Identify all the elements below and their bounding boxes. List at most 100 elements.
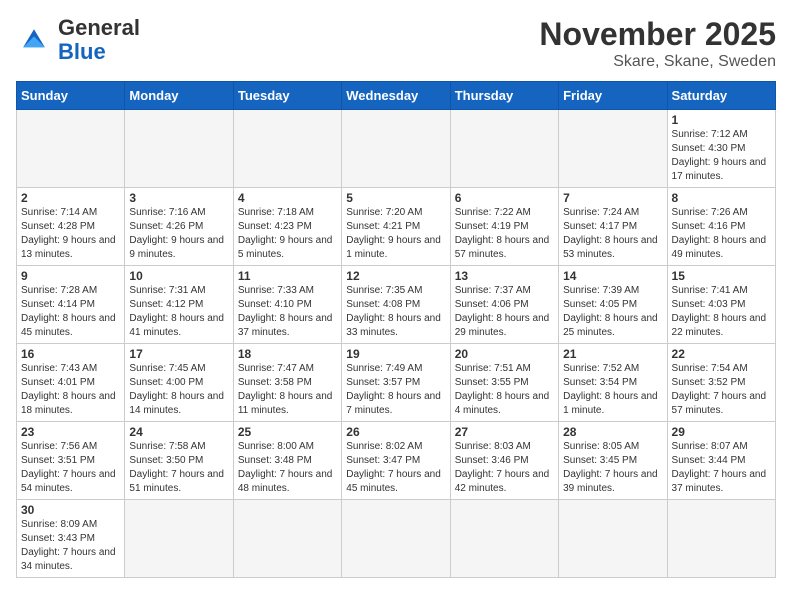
calendar-week-row: 23Sunrise: 7:56 AM Sunset: 3:51 PM Dayli…: [17, 422, 776, 500]
day-info: Sunrise: 8:05 AM Sunset: 3:45 PM Dayligh…: [563, 440, 662, 496]
calendar-day-cell: 8Sunrise: 7:26 AM Sunset: 4:16 PM Daylig…: [667, 188, 775, 266]
day-number: 16: [21, 347, 120, 361]
day-info: Sunrise: 7:20 AM Sunset: 4:21 PM Dayligh…: [346, 206, 445, 262]
day-number: 19: [346, 347, 445, 361]
calendar-day-cell: 11Sunrise: 7:33 AM Sunset: 4:10 PM Dayli…: [233, 266, 341, 344]
calendar-week-row: 1Sunrise: 7:12 AM Sunset: 4:30 PM Daylig…: [17, 110, 776, 188]
day-number: 28: [563, 425, 662, 439]
calendar-day-cell: 5Sunrise: 7:20 AM Sunset: 4:21 PM Daylig…: [342, 188, 450, 266]
day-number: 5: [346, 191, 445, 205]
day-info: Sunrise: 7:31 AM Sunset: 4:12 PM Dayligh…: [129, 284, 228, 340]
calendar-header-row: SundayMondayTuesdayWednesdayThursdayFrid…: [17, 82, 776, 110]
calendar-week-row: 9Sunrise: 7:28 AM Sunset: 4:14 PM Daylig…: [17, 266, 776, 344]
day-number: 1: [672, 113, 771, 127]
calendar-day-cell: 27Sunrise: 8:03 AM Sunset: 3:46 PM Dayli…: [450, 422, 558, 500]
calendar-day-cell: 1Sunrise: 7:12 AM Sunset: 4:30 PM Daylig…: [667, 110, 775, 188]
calendar-day-cell: 22Sunrise: 7:54 AM Sunset: 3:52 PM Dayli…: [667, 344, 775, 422]
calendar-day-header: Sunday: [17, 82, 125, 110]
logo: GeneralBlue: [16, 16, 140, 64]
day-info: Sunrise: 7:47 AM Sunset: 3:58 PM Dayligh…: [238, 362, 337, 418]
calendar-day-cell: [450, 500, 558, 578]
calendar-day-cell: 20Sunrise: 7:51 AM Sunset: 3:55 PM Dayli…: [450, 344, 558, 422]
title-area: November 2025 Skare, Skane, Sweden: [539, 16, 776, 71]
calendar-day-cell: [17, 110, 125, 188]
calendar-day-header: Wednesday: [342, 82, 450, 110]
calendar-day-cell: 25Sunrise: 8:00 AM Sunset: 3:48 PM Dayli…: [233, 422, 341, 500]
day-info: Sunrise: 8:02 AM Sunset: 3:47 PM Dayligh…: [346, 440, 445, 496]
calendar-day-cell: 23Sunrise: 7:56 AM Sunset: 3:51 PM Dayli…: [17, 422, 125, 500]
day-number: 2: [21, 191, 120, 205]
calendar-day-header: Saturday: [667, 82, 775, 110]
calendar-day-cell: [342, 500, 450, 578]
calendar-day-cell: 12Sunrise: 7:35 AM Sunset: 4:08 PM Dayli…: [342, 266, 450, 344]
calendar-table: SundayMondayTuesdayWednesdayThursdayFrid…: [16, 81, 776, 578]
day-info: Sunrise: 7:33 AM Sunset: 4:10 PM Dayligh…: [238, 284, 337, 340]
day-number: 25: [238, 425, 337, 439]
calendar-day-cell: 29Sunrise: 8:07 AM Sunset: 3:44 PM Dayli…: [667, 422, 775, 500]
day-info: Sunrise: 7:41 AM Sunset: 4:03 PM Dayligh…: [672, 284, 771, 340]
calendar-day-cell: 2Sunrise: 7:14 AM Sunset: 4:28 PM Daylig…: [17, 188, 125, 266]
calendar-day-cell: [450, 110, 558, 188]
page-header: GeneralBlue November 2025 Skare, Skane, …: [16, 16, 776, 71]
calendar-day-cell: [125, 110, 233, 188]
day-number: 9: [21, 269, 120, 283]
day-number: 18: [238, 347, 337, 361]
day-info: Sunrise: 7:35 AM Sunset: 4:08 PM Dayligh…: [346, 284, 445, 340]
day-number: 15: [672, 269, 771, 283]
day-number: 11: [238, 269, 337, 283]
day-number: 6: [455, 191, 554, 205]
calendar-day-header: Monday: [125, 82, 233, 110]
calendar-day-cell: 21Sunrise: 7:52 AM Sunset: 3:54 PM Dayli…: [559, 344, 667, 422]
day-number: 13: [455, 269, 554, 283]
day-number: 27: [455, 425, 554, 439]
logo-icon: [16, 22, 52, 58]
calendar-day-cell: 9Sunrise: 7:28 AM Sunset: 4:14 PM Daylig…: [17, 266, 125, 344]
day-info: Sunrise: 7:24 AM Sunset: 4:17 PM Dayligh…: [563, 206, 662, 262]
calendar-day-cell: [233, 500, 341, 578]
day-number: 3: [129, 191, 228, 205]
day-number: 8: [672, 191, 771, 205]
calendar-day-cell: 6Sunrise: 7:22 AM Sunset: 4:19 PM Daylig…: [450, 188, 558, 266]
day-info: Sunrise: 8:07 AM Sunset: 3:44 PM Dayligh…: [672, 440, 771, 496]
calendar-day-header: Friday: [559, 82, 667, 110]
calendar-day-cell: 30Sunrise: 8:09 AM Sunset: 3:43 PM Dayli…: [17, 500, 125, 578]
day-info: Sunrise: 7:54 AM Sunset: 3:52 PM Dayligh…: [672, 362, 771, 418]
day-number: 4: [238, 191, 337, 205]
calendar-day-cell: 4Sunrise: 7:18 AM Sunset: 4:23 PM Daylig…: [233, 188, 341, 266]
calendar-day-cell: 7Sunrise: 7:24 AM Sunset: 4:17 PM Daylig…: [559, 188, 667, 266]
calendar-day-cell: [559, 500, 667, 578]
calendar-week-row: 30Sunrise: 8:09 AM Sunset: 3:43 PM Dayli…: [17, 500, 776, 578]
month-title: November 2025: [539, 16, 776, 53]
calendar-day-cell: 19Sunrise: 7:49 AM Sunset: 3:57 PM Dayli…: [342, 344, 450, 422]
calendar-day-cell: 17Sunrise: 7:45 AM Sunset: 4:00 PM Dayli…: [125, 344, 233, 422]
day-info: Sunrise: 7:51 AM Sunset: 3:55 PM Dayligh…: [455, 362, 554, 418]
day-info: Sunrise: 7:56 AM Sunset: 3:51 PM Dayligh…: [21, 440, 120, 496]
day-info: Sunrise: 7:37 AM Sunset: 4:06 PM Dayligh…: [455, 284, 554, 340]
day-number: 24: [129, 425, 228, 439]
day-number: 21: [563, 347, 662, 361]
day-number: 17: [129, 347, 228, 361]
calendar-day-cell: [125, 500, 233, 578]
calendar-day-cell: 28Sunrise: 8:05 AM Sunset: 3:45 PM Dayli…: [559, 422, 667, 500]
day-number: 29: [672, 425, 771, 439]
day-number: 23: [21, 425, 120, 439]
day-info: Sunrise: 7:28 AM Sunset: 4:14 PM Dayligh…: [21, 284, 120, 340]
calendar-day-header: Tuesday: [233, 82, 341, 110]
day-number: 20: [455, 347, 554, 361]
day-info: Sunrise: 7:14 AM Sunset: 4:28 PM Dayligh…: [21, 206, 120, 262]
calendar-day-cell: [342, 110, 450, 188]
calendar-day-header: Thursday: [450, 82, 558, 110]
day-info: Sunrise: 7:18 AM Sunset: 4:23 PM Dayligh…: [238, 206, 337, 262]
day-number: 10: [129, 269, 228, 283]
day-number: 26: [346, 425, 445, 439]
day-info: Sunrise: 7:39 AM Sunset: 4:05 PM Dayligh…: [563, 284, 662, 340]
day-info: Sunrise: 8:00 AM Sunset: 3:48 PM Dayligh…: [238, 440, 337, 496]
calendar-week-row: 2Sunrise: 7:14 AM Sunset: 4:28 PM Daylig…: [17, 188, 776, 266]
calendar-day-cell: 10Sunrise: 7:31 AM Sunset: 4:12 PM Dayli…: [125, 266, 233, 344]
day-number: 12: [346, 269, 445, 283]
day-number: 7: [563, 191, 662, 205]
day-info: Sunrise: 8:09 AM Sunset: 3:43 PM Dayligh…: [21, 518, 120, 574]
day-info: Sunrise: 7:52 AM Sunset: 3:54 PM Dayligh…: [563, 362, 662, 418]
day-info: Sunrise: 7:22 AM Sunset: 4:19 PM Dayligh…: [455, 206, 554, 262]
calendar-day-cell: [667, 500, 775, 578]
